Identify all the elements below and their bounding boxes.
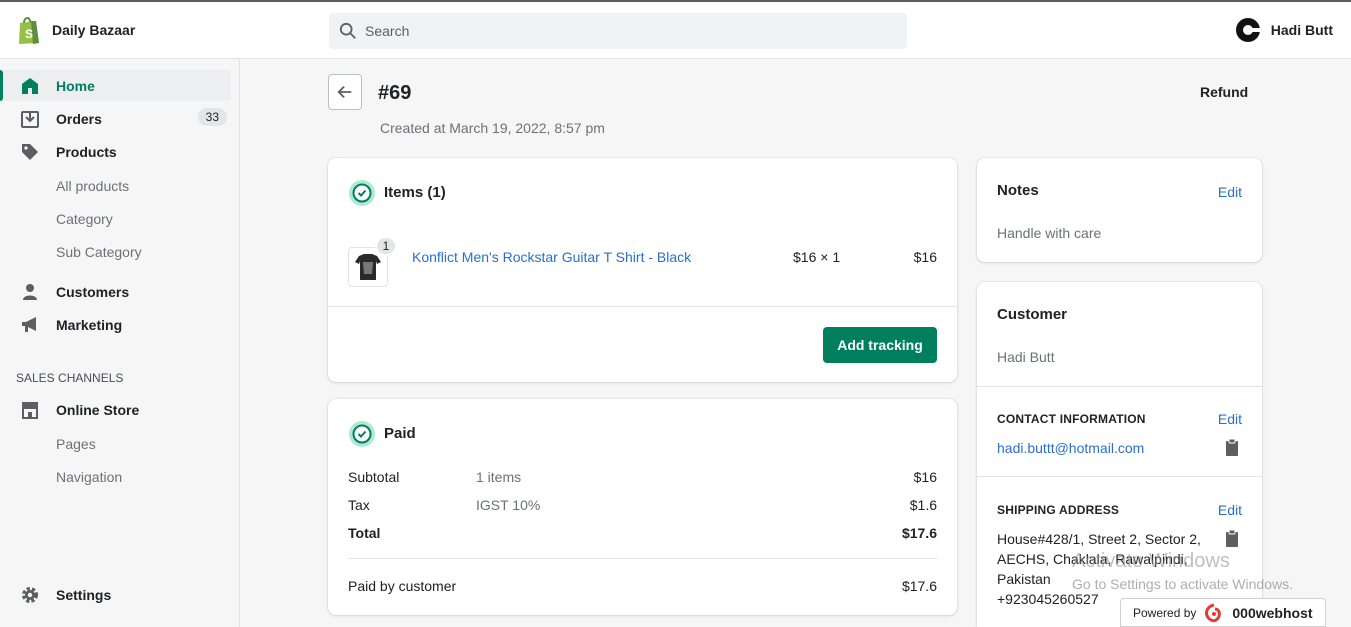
store-icon	[22, 402, 38, 419]
gear-icon	[22, 587, 38, 603]
top-bar: S Daily Bazaar Search Hadi Butt	[0, 0, 1351, 59]
search-placeholder: Search	[365, 23, 410, 39]
total-label: Total	[348, 525, 381, 541]
back-button[interactable]	[328, 74, 362, 110]
webhost-logo-icon	[1205, 603, 1222, 622]
sidebar-item-label: Online Store	[56, 401, 140, 418]
divider	[328, 306, 957, 307]
customer-name[interactable]: Hadi Butt	[997, 349, 1055, 365]
person-icon	[23, 284, 37, 300]
divider	[348, 558, 937, 559]
sidebar-item-sub-category[interactable]: Sub Category	[56, 244, 142, 260]
product-line-total: $16	[913, 249, 937, 265]
sidebar-item-label: Orders	[56, 110, 102, 127]
sidebar-item-settings[interactable]: Settings	[0, 579, 231, 610]
sidebar-item-home[interactable]: Home	[0, 70, 231, 101]
order-created-date: Created at March 19, 2022, 8:57 pm	[380, 120, 605, 136]
notes-title: Notes	[997, 182, 1039, 199]
payment-card-title: Paid	[384, 425, 416, 442]
powered-by-label: Powered by	[1133, 605, 1197, 620]
address-line-1: House#428/1, Street 2, Sector 2,	[997, 531, 1201, 547]
notes-text: Handle with care	[997, 225, 1102, 241]
user-menu[interactable]: Hadi Butt	[1235, 17, 1333, 43]
subtotal-detail: 1 items	[476, 469, 522, 485]
divider	[977, 386, 1262, 387]
sidebar-item-label: Products	[56, 143, 117, 160]
search-icon	[339, 22, 356, 39]
sidebar-item-label: Home	[56, 77, 95, 94]
sidebar-item-customers[interactable]: Customers	[0, 276, 231, 307]
shipping-address-heading: SHIPPING ADDRESS	[997, 503, 1120, 517]
sidebar-item-orders[interactable]: Orders 33	[0, 103, 231, 134]
paid-check-icon	[349, 421, 375, 447]
page-title: #69	[378, 82, 412, 104]
arrow-left-icon	[337, 85, 352, 99]
total-amount: $17.6	[901, 525, 937, 541]
divider	[977, 476, 1262, 477]
sidebar: Home Orders 33 Products All products Cat…	[0, 59, 240, 627]
product-price-qty: $16 × 1	[793, 249, 841, 265]
sidebar-item-label: Marketing	[56, 316, 123, 333]
notes-card: Notes Edit Handle with care	[977, 158, 1262, 262]
windows-activation-title: Activate Windows	[1072, 550, 1230, 572]
home-icon	[22, 78, 38, 94]
clipboard-icon[interactable]	[1225, 438, 1239, 456]
tax-amount: $1.6	[909, 497, 937, 513]
windows-activation-subtitle: Go to Settings to activate Windows.	[1072, 576, 1293, 592]
user-name: Hadi Butt	[1270, 22, 1333, 38]
items-card: Items (1) 1 Konflict Men's Rockstar Guit…	[328, 158, 957, 382]
sidebar-item-all-products[interactable]: All products	[56, 178, 129, 194]
clipboard-icon[interactable]	[1225, 529, 1239, 547]
tax-label: Tax	[348, 497, 370, 513]
tax-detail: IGST 10%	[476, 497, 541, 513]
sidebar-item-category[interactable]: Category	[56, 211, 113, 227]
customer-title: Customer	[997, 306, 1068, 323]
sidebar-item-pages[interactable]: Pages	[56, 436, 96, 452]
megaphone-icon	[22, 317, 36, 332]
subtotal-amount: $16	[913, 469, 937, 485]
contact-info-heading: CONTACT INFORMATION	[997, 412, 1146, 426]
sidebar-item-label: Settings	[56, 586, 112, 603]
sidebar-item-label: Customers	[56, 283, 130, 300]
items-card-title: Items (1)	[384, 184, 446, 201]
sidebar-item-navigation[interactable]: Navigation	[56, 469, 122, 485]
payment-card: Paid Subtotal 1 items $16 Tax IGST 10% $…	[328, 399, 957, 615]
customer-email-link[interactable]: hadi.buttt@hotmail.com	[997, 440, 1144, 456]
contact-edit-link[interactable]: Edit	[1218, 411, 1242, 427]
paid-by-label: Paid by customer	[348, 578, 457, 594]
search-bar[interactable]: Search	[329, 13, 907, 49]
powered-by-brand: 000webhost	[1232, 604, 1313, 621]
shopify-bag-icon: S	[19, 17, 39, 44]
tag-icon	[22, 144, 38, 160]
orders-icon	[21, 111, 39, 128]
store-brand[interactable]: S Daily Bazaar	[16, 15, 135, 45]
fulfilled-check-icon	[349, 180, 375, 206]
orders-count-badge: 33	[197, 108, 227, 126]
shipping-edit-link[interactable]: Edit	[1218, 502, 1242, 518]
user-avatar-icon	[1235, 18, 1261, 42]
sidebar-item-products[interactable]: Products	[0, 136, 231, 167]
svg-text:S: S	[25, 27, 33, 41]
product-link[interactable]: Konflict Men's Rockstar Guitar T Shirt -…	[412, 249, 691, 265]
powered-by-badge[interactable]: Powered by 000webhost	[1120, 598, 1326, 627]
store-name: Daily Bazaar	[52, 22, 136, 38]
customer-phone: +923045260527	[997, 591, 1099, 607]
sidebar-item-marketing[interactable]: Marketing	[0, 309, 231, 340]
paid-by-amount: $17.6	[901, 578, 937, 594]
address-line-3: Pakistan	[997, 571, 1051, 587]
sales-channels-heading: SALES CHANNELS	[16, 371, 124, 385]
add-tracking-button[interactable]: Add tracking	[823, 327, 937, 363]
refund-button[interactable]: Refund	[1200, 84, 1248, 100]
notes-edit-link[interactable]: Edit	[1218, 184, 1242, 200]
subtotal-label: Subtotal	[348, 469, 400, 485]
sidebar-item-online-store[interactable]: Online Store	[0, 394, 231, 425]
quantity-badge: 1	[375, 236, 397, 256]
